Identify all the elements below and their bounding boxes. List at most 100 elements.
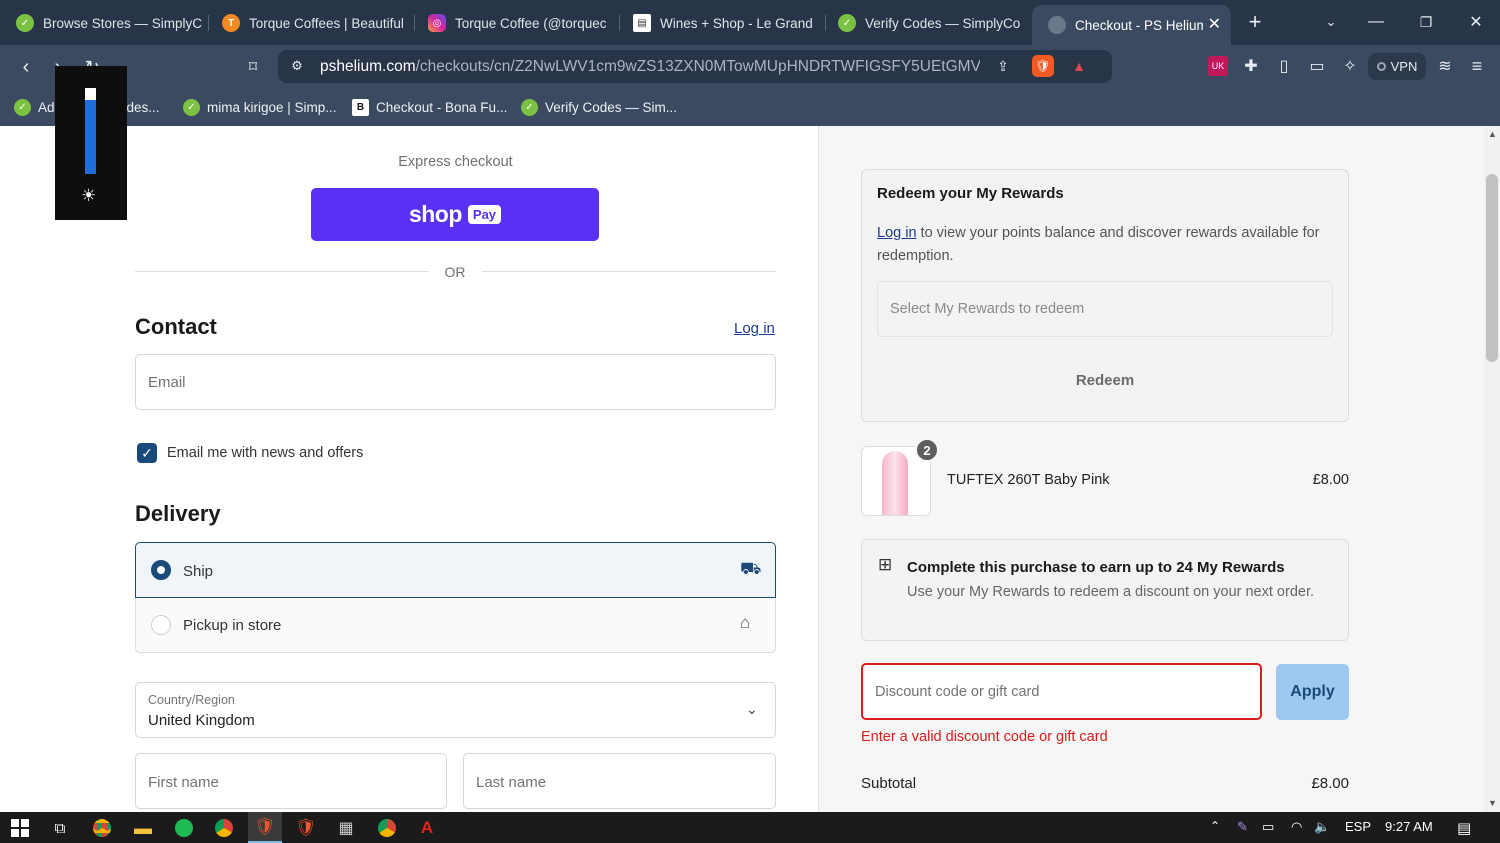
wifi-icon[interactable]: ◠ (1291, 819, 1302, 835)
tab-wines-shop[interactable]: ▤ Wines + Shop - Le Grand (617, 5, 822, 41)
country-label: Country/Region (148, 693, 235, 707)
acrobat-icon[interactable]: A (415, 816, 439, 840)
scroll-down-arrow[interactable]: ▼ (1488, 798, 1497, 808)
pickup-radio[interactable] (151, 615, 171, 635)
chevron-down-icon: ⌄ (746, 701, 758, 717)
tab-browse-stores[interactable]: ✓ Browse Stores — SimplyC (0, 5, 205, 41)
apply-button[interactable]: Apply (1276, 664, 1349, 720)
wallet-icon[interactable]: ▭ (1306, 55, 1328, 77)
back-icon[interactable]: ‹ (14, 55, 38, 79)
rewards-login-link[interactable]: Log in (877, 225, 917, 241)
country-value: United Kingdom (148, 712, 255, 729)
first-name-field[interactable]: First name (135, 753, 447, 809)
last-name-field[interactable]: Last name (463, 753, 776, 809)
rewards-select[interactable]: Select My Rewards to redeem (877, 281, 1333, 337)
restore-button[interactable]: ❐ (1414, 10, 1438, 34)
discount-error: Enter a valid discount code or gift card (861, 729, 1108, 745)
page-scrollbar[interactable]: ▲ ▼ (1484, 126, 1500, 812)
checkout-page: Express checkout shop Pay OR Contact Log… (0, 126, 1484, 812)
torque-icon: T (222, 14, 240, 32)
clock[interactable]: 9:27 AM (1385, 819, 1433, 834)
ship-radio[interactable] (151, 560, 171, 580)
close-window-button[interactable]: ✕ (1464, 10, 1488, 34)
rewards-card: Redeem your My Rewards Log in to view yo… (861, 169, 1349, 422)
sidebar-icon[interactable]: ▯ (1273, 55, 1295, 77)
menu-icon[interactable]: ≡ (1466, 55, 1488, 77)
windows-start-icon[interactable] (8, 816, 32, 840)
brave-shield-icon[interactable]: 🛡 (1032, 55, 1054, 77)
brightness-slider-handle[interactable] (85, 88, 96, 100)
volume-icon[interactable]: 🔈 (1314, 819, 1330, 835)
pickup-option[interactable]: Pickup in store ⌂ (135, 598, 776, 653)
pen-tray-icon[interactable]: ✎ (1237, 819, 1248, 835)
bookmark-item[interactable]: ✓ mima kirigoe | Simp... (183, 96, 337, 118)
minimize-button[interactable]: — (1364, 10, 1388, 34)
discount-code-input[interactable]: Discount code or gift card (861, 663, 1262, 720)
order-summary-panel: Redeem your My Rewards Log in to view yo… (818, 126, 1484, 812)
brave-news-icon[interactable]: ≋ (1434, 55, 1456, 77)
subtotal-value: £8.00 (1311, 775, 1349, 792)
tray-chevron-icon[interactable]: ⌃ (1210, 819, 1220, 833)
bookmark-item[interactable]: ✓ Verify Codes — Sim... (521, 96, 677, 118)
tab-torque-instagram[interactable]: ◎ Torque Coffee (@torquec (412, 5, 617, 41)
redeem-button[interactable]: Redeem (877, 354, 1333, 406)
subtotal-label: Subtotal (861, 775, 917, 792)
simplycodes-icon: ✓ (14, 98, 31, 116)
simplycodes-icon: ✓ (183, 98, 200, 116)
quantity-badge: 2 (915, 438, 939, 462)
scrollbar-thumb[interactable] (1486, 174, 1498, 362)
brightness-overlay: ☀ (55, 66, 127, 220)
gift-icon: ⊞ (878, 555, 893, 574)
spotify-icon[interactable] (172, 816, 196, 840)
tab-verify-codes[interactable]: ✓ Verify Codes — SimplyCo (822, 5, 1027, 41)
new-tab-button[interactable]: + (1243, 9, 1267, 34)
bookmark-icon[interactable]: ⌑ (242, 55, 264, 79)
tab-checkout-ps-helium[interactable]: Checkout - PS Helium ✕ (1032, 5, 1231, 45)
task-view-icon[interactable]: ⧉ (48, 816, 72, 840)
shop-pay-button[interactable]: shop Pay (311, 188, 599, 241)
windows-taskbar: ⧉ ▬ 🛡 🛡 ▦ A ⌃ ✎ ▭ ◠ 🔈 ESP 9:27 AM ▤ (0, 812, 1500, 843)
or-divider-label: OR (444, 264, 466, 280)
notifications-icon[interactable]: ▤ (1457, 819, 1471, 837)
brave-rewards-icon[interactable]: ▲ (1068, 55, 1090, 77)
extension-flag-icon[interactable]: UK (1208, 56, 1228, 76)
chrome-profile-icon[interactable] (212, 816, 236, 840)
address-bar[interactable]: ⚙ pshelium.com/checkouts/cn/Z2NwLWV1cm9w… (278, 50, 1112, 83)
tab-search-chevron-icon[interactable]: ⌄ (1319, 10, 1343, 34)
file-explorer-icon[interactable]: ▬ (131, 816, 155, 840)
close-tab-icon[interactable]: ✕ (1208, 14, 1221, 34)
loading-icon (1048, 16, 1066, 34)
bonafide-icon: B (352, 98, 369, 116)
brave-beta-icon[interactable]: 🛡 (294, 816, 318, 840)
language-indicator[interactable]: ESP (1345, 819, 1371, 834)
share-icon[interactable]: ⇪ (994, 57, 1012, 75)
calculator-icon[interactable]: ▦ (334, 816, 358, 840)
chrome-icon[interactable] (90, 816, 114, 840)
product-price: £8.00 (1312, 472, 1349, 488)
url-text[interactable]: pshelium.com/checkouts/cn/Z2NwLWV1cm9wZS… (320, 58, 980, 76)
rewards-title: Redeem your My Rewards (877, 185, 1064, 202)
newsletter-checkbox[interactable]: ✓ (137, 443, 157, 463)
extensions-icon[interactable]: ✚ (1240, 55, 1262, 77)
chrome-alt-icon[interactable] (375, 816, 399, 840)
country-select[interactable]: Country/Region United Kingdom ⌄ (135, 682, 776, 738)
brightness-level-bar[interactable] (85, 88, 96, 174)
browser-toolbar: ‹ › ↻ ⌑ ⚙ pshelium.com/checkouts/cn/Z2Nw… (0, 45, 1500, 88)
contact-heading: Contact (135, 314, 217, 339)
email-field[interactable]: Email (135, 354, 776, 410)
brave-taskbar-icon[interactable]: 🛡 (248, 812, 282, 843)
tab-torque-coffees[interactable]: T Torque Coffees | Beautiful (206, 5, 411, 41)
ship-option[interactable]: Ship ⛟ (135, 542, 776, 598)
bookmark-item[interactable]: B Checkout - Bona Fu... (352, 96, 507, 118)
site-settings-icon[interactable]: ⚙ (288, 57, 306, 75)
tab-strip: ✓ Browse Stores — SimplyC T Torque Coffe… (0, 0, 1500, 45)
vpn-button[interactable]: VPN (1368, 53, 1426, 80)
newsletter-label: Email me with news and offers (167, 445, 364, 461)
divider-left (135, 271, 429, 272)
instagram-icon: ◎ (428, 14, 446, 32)
battery-icon[interactable]: ▭ (1262, 819, 1274, 835)
contact-login-link[interactable]: Log in (734, 320, 775, 337)
leo-ai-icon[interactable]: ✧ (1339, 55, 1361, 77)
earn-rewards-card: ⊞ Complete this purchase to earn up to 2… (861, 539, 1349, 641)
scroll-up-arrow[interactable]: ▲ (1488, 129, 1497, 139)
